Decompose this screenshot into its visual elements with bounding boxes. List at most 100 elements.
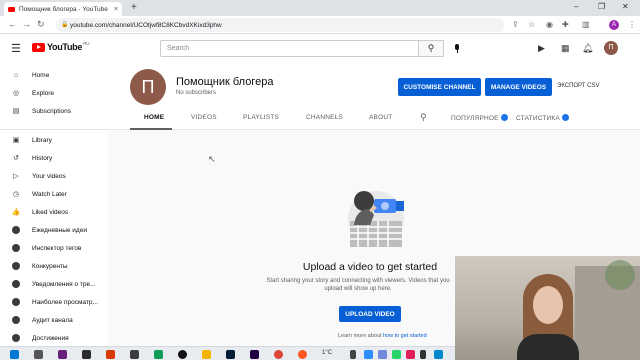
- hamburger-menu-icon[interactable]: ☰: [11, 42, 21, 55]
- forward-button[interactable]: →: [22, 19, 31, 29]
- channel-avatar[interactable]: П: [130, 69, 166, 105]
- weather-text[interactable]: 1°C: [322, 350, 332, 356]
- home-icon: ⌂: [13, 71, 19, 79]
- sidebar-item-label: Конкуренты: [32, 262, 68, 270]
- create-video-icon[interactable]: ▶: [538, 43, 545, 54]
- search-taskbar-icon[interactable]: [34, 350, 43, 359]
- share-icon[interactable]: ⇪: [512, 20, 519, 29]
- tray-icon[interactable]: [434, 350, 443, 359]
- sidebar-item-liked-videos[interactable]: 👍 Liked videos: [0, 205, 108, 219]
- sidebar-item-watch-later[interactable]: ◷ Watch Later: [0, 187, 108, 201]
- app-icon[interactable]: [154, 350, 163, 359]
- sidebar-playlist-item[interactable]: Аудит канала: [0, 313, 108, 327]
- sidebar-item-label: Аудит канала: [32, 316, 73, 324]
- channel-search-icon[interactable]: ⚲: [420, 112, 427, 123]
- tab-videos[interactable]: VIDEOS: [191, 114, 217, 121]
- library-icon: ▣: [12, 137, 20, 144]
- visual-studio-icon[interactable]: [58, 350, 67, 359]
- export-csv-link[interactable]: ЭКСПОРТ CSV: [557, 83, 599, 89]
- channel-tabs: HOME VIDEOS PLAYLISTS CHANNELS ABOUT ⚲ П…: [130, 108, 630, 130]
- search-input[interactable]: Search: [160, 40, 418, 57]
- microphone-icon[interactable]: [454, 44, 460, 53]
- search-icon: ⚲: [427, 43, 435, 53]
- playlist-icon: [12, 280, 20, 288]
- tab-popular[interactable]: ПОПУЛЯРНОЕ: [451, 114, 508, 122]
- address-bar[interactable]: 🔒 youtube.com/channel/UCOtjwf8C8KCbvdXKi…: [56, 18, 504, 32]
- playlist-icon: [12, 334, 20, 342]
- tab-home[interactable]: HOME: [144, 114, 164, 121]
- sidebar-item-label: Watch Later: [32, 190, 67, 198]
- subscriber-count: No subscribers: [176, 90, 217, 96]
- app-icon[interactable]: [106, 350, 115, 359]
- sidebar-item-label: Инспектор тегов: [32, 244, 82, 252]
- sidebar-item-history[interactable]: ↺ History: [0, 151, 108, 165]
- tray-icon[interactable]: [406, 350, 415, 359]
- sidebar-playlist-item[interactable]: Ежедневные идеи: [0, 223, 108, 237]
- tray-icon[interactable]: [378, 350, 387, 359]
- sidebar-playlist-item[interactable]: Достижения: [0, 331, 108, 345]
- learn-more-text: Learn more about how to get started: [338, 333, 427, 339]
- compass-icon: ◎: [12, 90, 20, 97]
- new-tab-button[interactable]: +: [131, 2, 137, 13]
- app-icon[interactable]: [298, 350, 307, 359]
- chrome-icon[interactable]: [274, 350, 283, 359]
- browser-menu-icon[interactable]: ⋮: [628, 20, 636, 29]
- extension-badge-icon: [561, 114, 569, 121]
- sidebar-toggle-icon[interactable]: ▥: [582, 20, 590, 29]
- puzzle-icon[interactable]: ✚: [562, 20, 569, 29]
- playlist-icon: [12, 316, 20, 324]
- extension-icon[interactable]: ◉: [546, 20, 553, 29]
- tab-playlists[interactable]: PLAYLISTS: [243, 114, 279, 121]
- upload-video-button[interactable]: UPLOAD VIDEO: [339, 306, 401, 322]
- sidebar-item-your-videos[interactable]: ▷ Your videos: [0, 169, 108, 183]
- tray-icon[interactable]: [364, 350, 373, 359]
- terminal-icon[interactable]: [82, 350, 91, 359]
- back-button[interactable]: ←: [8, 19, 17, 29]
- sidebar-playlist-item[interactable]: Конкуренты: [0, 259, 108, 273]
- sidebar-item-label: Liked videos: [32, 208, 69, 216]
- sidebar-item-library[interactable]: ▣ Library: [0, 133, 108, 147]
- tab-about[interactable]: ABOUT: [369, 114, 392, 121]
- learn-more-link[interactable]: how to get started: [383, 333, 427, 339]
- tray-icon[interactable]: [350, 350, 356, 359]
- tab-channels[interactable]: CHANNELS: [306, 114, 343, 121]
- browser-tab[interactable]: Помощник блогера - YouTube ×: [4, 2, 122, 16]
- sidebar-item-home[interactable]: ⌂ Home: [0, 68, 108, 82]
- close-window-button[interactable]: ✕: [622, 2, 629, 11]
- photoshop-icon[interactable]: [226, 350, 235, 359]
- youtube-header: ☰ YouTube RU Search ⚲ ▶ ▦ 🔔︎: [0, 34, 640, 62]
- app-icon[interactable]: [130, 350, 139, 359]
- youtube-logo[interactable]: YouTube RU: [32, 40, 90, 52]
- bookmark-star-icon[interactable]: ☆: [528, 20, 535, 29]
- tab-close-icon[interactable]: ×: [114, 6, 118, 13]
- logo-region: RU: [83, 40, 90, 46]
- browser-profile-avatar[interactable]: A: [609, 20, 619, 30]
- sidebar-item-label: Уведомления о тре...: [32, 280, 96, 288]
- youtube-favicon-icon: [8, 6, 15, 12]
- sidebar-playlist-item[interactable]: Наиболее просматр...: [0, 295, 108, 309]
- tray-icon[interactable]: [392, 350, 401, 359]
- lock-icon: 🔒: [61, 22, 69, 28]
- tab-stats[interactable]: СТАТИСТИКА: [516, 114, 569, 122]
- customise-channel-button[interactable]: CUSTOMISE CHANNEL: [398, 78, 481, 96]
- file-explorer-icon[interactable]: [202, 350, 211, 359]
- sidebar-playlist-item[interactable]: Инспектор тегов: [0, 241, 108, 255]
- sidebar-playlist-item[interactable]: Уведомления о тре...: [0, 277, 108, 291]
- tray-icon[interactable]: [420, 350, 426, 359]
- app-icon[interactable]: [178, 350, 187, 359]
- your-videos-icon: ▷: [13, 173, 19, 180]
- playlist-icon: [12, 226, 20, 234]
- maximize-button[interactable]: ❐: [598, 2, 605, 11]
- minimize-button[interactable]: –: [574, 2, 578, 11]
- sidebar-item-explore[interactable]: ◎ Explore: [0, 86, 108, 100]
- reload-button[interactable]: ↻: [37, 19, 45, 30]
- notifications-bell-icon[interactable]: 🔔︎: [582, 43, 593, 54]
- apps-grid-icon[interactable]: ▦: [561, 43, 570, 54]
- windows-start-icon[interactable]: [10, 350, 19, 359]
- search-button[interactable]: ⚲: [418, 40, 444, 57]
- account-avatar[interactable]: П: [604, 41, 618, 55]
- premiere-icon[interactable]: [250, 350, 259, 359]
- sidebar-item-subscriptions[interactable]: ▤ Subscriptions: [0, 104, 108, 118]
- manage-videos-button[interactable]: MANAGE VIDEOS: [485, 78, 552, 96]
- youtube-play-icon: [32, 42, 45, 52]
